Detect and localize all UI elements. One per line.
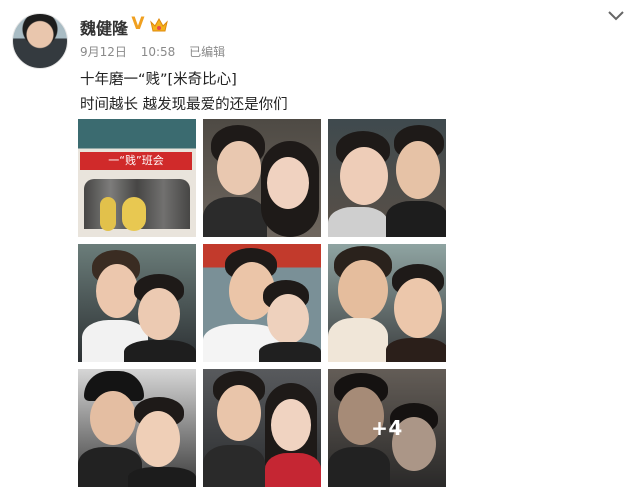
photo-4[interactable] bbox=[78, 244, 196, 362]
photo-5[interactable] bbox=[203, 244, 321, 362]
photo-8[interactable] bbox=[203, 369, 321, 487]
photo-9[interactable]: +4 bbox=[328, 369, 446, 487]
post-date[interactable]: 9月12日 bbox=[80, 45, 127, 59]
edited-label[interactable]: 已编辑 bbox=[189, 45, 225, 59]
vip-crown-icon bbox=[150, 17, 168, 32]
avatar[interactable] bbox=[12, 13, 68, 69]
post-meta: 9月12日 10:58 已编辑 bbox=[80, 43, 235, 60]
more-photos-count[interactable]: +4 bbox=[328, 369, 446, 487]
post-text-line-2: 时间越长 越发现最爱的还是你们 bbox=[80, 97, 288, 113]
photo-7[interactable] bbox=[78, 369, 196, 487]
photo-3[interactable] bbox=[328, 119, 446, 237]
verified-v-icon: V bbox=[131, 14, 145, 34]
photo-grid: 一“贱”班会 +4 bbox=[78, 119, 448, 487]
username[interactable]: 魏健隆 bbox=[80, 15, 128, 39]
post-text-line-1: 十年磨一“贱”[米奇比心] bbox=[80, 72, 237, 88]
banner-text: 一“贱”班会 bbox=[80, 152, 192, 170]
photo-2[interactable] bbox=[203, 119, 321, 237]
photo-1[interactable]: 一“贱”班会 bbox=[78, 119, 196, 237]
post-time[interactable]: 10:58 bbox=[141, 45, 176, 59]
photo-6[interactable] bbox=[328, 244, 446, 362]
chevron-down-icon[interactable] bbox=[607, 9, 625, 23]
